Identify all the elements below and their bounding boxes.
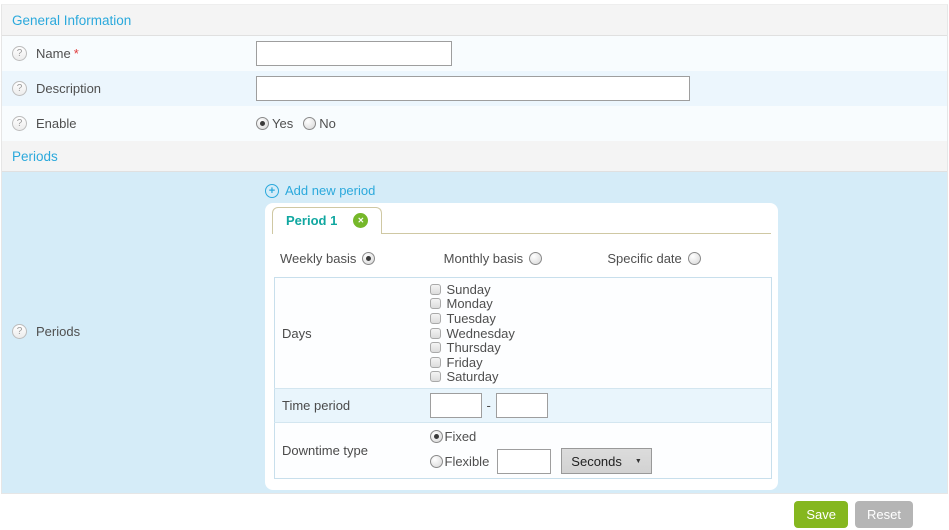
enable-no-label[interactable]: No: [319, 116, 336, 131]
days-label: Days: [275, 278, 423, 389]
caret-down-icon: ▼: [635, 458, 642, 465]
fixed-radio[interactable]: [430, 430, 443, 443]
day-label[interactable]: Wednesday: [447, 326, 515, 341]
description-row: ? Description: [2, 71, 947, 106]
help-icon[interactable]: ?: [12, 116, 27, 131]
thursday-checkbox[interactable]: [430, 342, 441, 353]
period-settings-table: Days Sunday Monday Tuesday Wednesday Thu…: [274, 277, 772, 479]
periods-label-area: ? Periods: [2, 172, 265, 490]
help-icon[interactable]: ?: [12, 81, 27, 96]
day-label[interactable]: Friday: [447, 355, 483, 370]
days-row: Days Sunday Monday Tuesday Wednesday Thu…: [275, 278, 772, 389]
fixed-label[interactable]: Fixed: [445, 429, 477, 444]
section-header-general: General Information: [2, 5, 947, 36]
add-new-period-label[interactable]: Add new period: [285, 183, 375, 198]
day-label[interactable]: Sunday: [447, 282, 491, 297]
enable-row: ? Enable Yes No: [2, 106, 947, 141]
monthly-basis-label[interactable]: Monthly basis: [444, 251, 523, 266]
saturday-checkbox[interactable]: [430, 371, 441, 382]
form-actions: Save Reset: [0, 501, 949, 528]
enable-yes-label[interactable]: Yes: [272, 116, 293, 131]
flexible-radio[interactable]: [430, 455, 443, 468]
period-tab-strip: Period 1 ✕: [272, 206, 771, 234]
description-label: Description: [36, 81, 256, 96]
day-option[interactable]: Wednesday: [430, 326, 772, 341]
section-title: Periods: [12, 149, 58, 164]
day-option[interactable]: Monday: [430, 297, 772, 312]
help-icon[interactable]: ?: [12, 324, 27, 339]
help-icon[interactable]: ?: [12, 46, 27, 61]
day-option[interactable]: Tuesday: [430, 311, 772, 326]
days-checkbox-list: Sunday Monday Tuesday Wednesday Thursday…: [423, 278, 772, 389]
description-input[interactable]: [256, 76, 690, 101]
tab-period-1[interactable]: Period 1 ✕: [272, 207, 382, 234]
monthly-basis-radio[interactable]: [529, 252, 542, 265]
required-asterisk: *: [74, 46, 79, 61]
day-label[interactable]: Monday: [447, 296, 493, 311]
fixed-option[interactable]: Fixed: [430, 427, 772, 446]
day-option[interactable]: Friday: [430, 355, 772, 370]
day-option[interactable]: Thursday: [430, 340, 772, 355]
flexible-line: Flexible Seconds ▼: [430, 448, 772, 474]
time-period-inputs: -: [423, 389, 772, 423]
time-from-input[interactable]: [430, 393, 482, 418]
time-period-row: Time period -: [275, 389, 772, 423]
wednesday-checkbox[interactable]: [430, 328, 441, 339]
downtime-type-controls: Fixed Flexible Seconds ▼: [423, 423, 772, 479]
flexible-label[interactable]: Flexible: [445, 454, 490, 469]
enable-no-radio[interactable]: [303, 117, 316, 130]
tuesday-checkbox[interactable]: [430, 313, 441, 324]
period-panel: Period 1 ✕ Weekly basis Monthly basis Sp…: [265, 203, 778, 490]
save-button[interactable]: Save: [794, 501, 848, 528]
downtime-form: General Information ? Name* ? Descriptio…: [1, 4, 948, 494]
tab-period-1-label[interactable]: Period 1: [286, 213, 337, 228]
periods-section: ? Periods + Add new period Period 1 ✕ We…: [2, 172, 947, 493]
sunday-checkbox[interactable]: [430, 284, 441, 295]
weekly-basis-option[interactable]: Weekly basis: [280, 251, 444, 266]
monday-checkbox[interactable]: [430, 298, 441, 309]
enable-label: Enable: [36, 116, 256, 131]
downtime-type-label: Downtime type: [275, 423, 423, 479]
specific-date-radio[interactable]: [688, 252, 701, 265]
time-range-separator: -: [487, 398, 491, 413]
reset-button[interactable]: Reset: [855, 501, 913, 528]
day-label[interactable]: Saturday: [447, 369, 499, 384]
periods-editor: + Add new period Period 1 ✕ Weekly basis: [265, 172, 947, 490]
duration-input[interactable]: [497, 449, 551, 474]
friday-checkbox[interactable]: [430, 357, 441, 368]
time-period-label: Time period: [275, 389, 423, 423]
weekly-basis-radio[interactable]: [362, 252, 375, 265]
specific-date-option[interactable]: Specific date: [607, 251, 771, 266]
enable-yes-option[interactable]: Yes: [256, 116, 293, 131]
name-input[interactable]: [256, 41, 452, 66]
day-option[interactable]: Sunday: [430, 282, 772, 297]
day-label[interactable]: Thursday: [447, 340, 501, 355]
add-circle-icon: +: [265, 184, 279, 198]
section-header-periods: Periods: [2, 141, 947, 172]
name-label: Name*: [36, 46, 256, 61]
duration-unit-select[interactable]: Seconds ▼: [561, 448, 652, 474]
downtime-type-row: Downtime type Fixed Flexible: [275, 423, 772, 479]
section-title: General Information: [12, 13, 131, 28]
time-to-input[interactable]: [496, 393, 548, 418]
monthly-basis-option[interactable]: Monthly basis: [444, 251, 608, 266]
name-row: ? Name*: [2, 36, 947, 71]
weekly-basis-label[interactable]: Weekly basis: [280, 251, 356, 266]
day-label[interactable]: Tuesday: [447, 311, 496, 326]
day-option[interactable]: Saturday: [430, 370, 772, 385]
enable-yes-radio[interactable]: [256, 117, 269, 130]
add-new-period-link[interactable]: + Add new period: [265, 183, 375, 198]
basis-options-row: Weekly basis Monthly basis Specific date: [280, 249, 771, 267]
enable-no-option[interactable]: No: [303, 116, 336, 131]
duration-unit-value: Seconds: [571, 454, 622, 469]
close-icon[interactable]: ✕: [353, 213, 368, 228]
specific-date-label[interactable]: Specific date: [607, 251, 681, 266]
periods-label: Periods: [36, 324, 80, 339]
